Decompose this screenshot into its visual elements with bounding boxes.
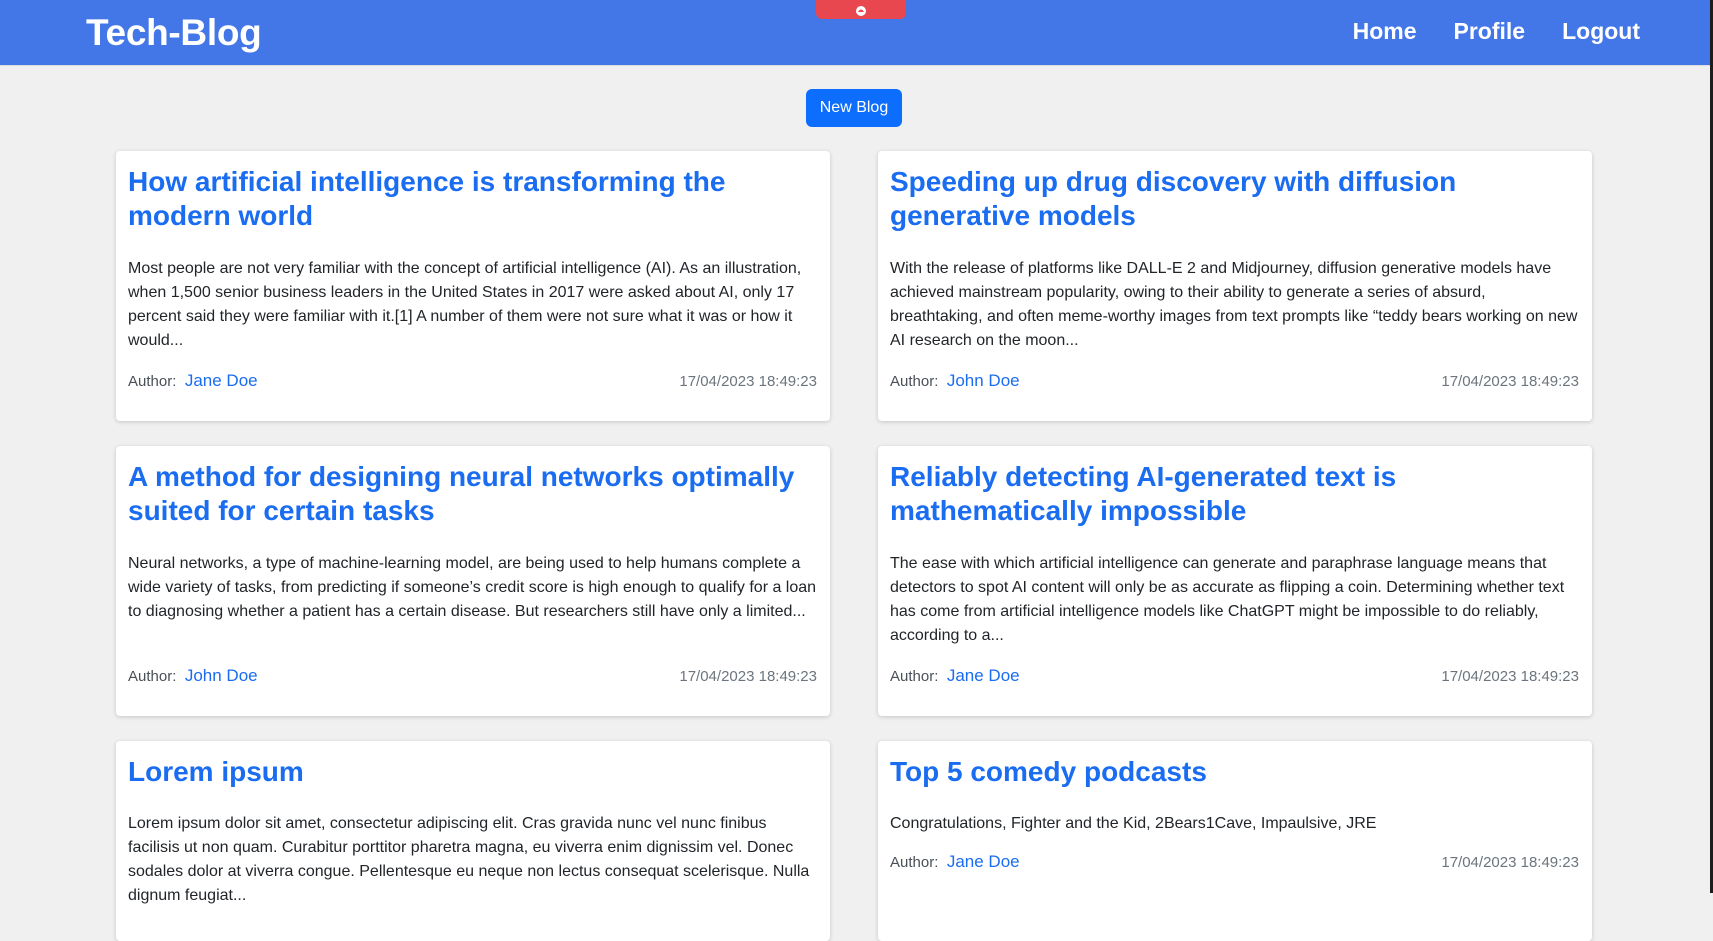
blog-excerpt: Congratulations, Fighter and the Kid, 2B… xyxy=(890,815,1377,832)
author-info: Author: John Doe xyxy=(128,666,258,686)
blog-card: Top 5 comedy podcasts Congratulations, F… xyxy=(878,741,1592,941)
blog-card: Reliably detecting AI-generated text is … xyxy=(878,446,1592,716)
nav-home-link[interactable]: Home xyxy=(1353,18,1417,45)
author-label: Author: xyxy=(128,668,177,685)
author-link[interactable]: Jane Doe xyxy=(185,371,258,390)
card-footer: Author: John Doe 17/04/2023 18:49:23 xyxy=(128,666,817,686)
blog-excerpt: The ease with which artificial intellige… xyxy=(890,555,1565,644)
blog-card: Speeding up drug discovery with diffusio… xyxy=(878,151,1592,421)
blog-title-link[interactable]: Speeding up drug discovery with diffusio… xyxy=(890,165,1580,233)
blog-title-link[interactable]: Top 5 comedy podcasts xyxy=(890,755,1580,789)
post-date: 17/04/2023 18:49:23 xyxy=(1441,373,1579,390)
blog-card: Lorem ipsum Lorem ipsum dolor sit amet, … xyxy=(116,741,830,941)
author-label: Author: xyxy=(890,854,939,871)
post-date: 17/04/2023 18:49:23 xyxy=(1441,668,1579,685)
author-info: Author: Jane Doe xyxy=(128,371,258,391)
author-label: Author: xyxy=(128,373,177,390)
author-info: Author: John Doe xyxy=(890,371,1020,391)
author-link[interactable]: Jane Doe xyxy=(947,666,1020,685)
author-label: Author: xyxy=(890,668,939,685)
author-link[interactable]: John Doe xyxy=(947,371,1020,390)
card-footer: Author: Jane Doe 17/04/2023 18:49:23 xyxy=(128,371,817,391)
blog-excerpt: Lorem ipsum dolor sit amet, consectetur … xyxy=(128,815,810,904)
post-date: 17/04/2023 18:49:23 xyxy=(679,373,817,390)
floating-tab[interactable] xyxy=(816,0,906,19)
new-blog-button[interactable]: New Blog xyxy=(806,89,902,127)
nav-profile-link[interactable]: Profile xyxy=(1454,18,1526,45)
author-link[interactable]: Jane Doe xyxy=(947,852,1020,871)
blog-excerpt: With the release of platforms like DALL-… xyxy=(890,260,1578,349)
card-footer: Author: John Doe 17/04/2023 18:49:23 xyxy=(890,371,1579,391)
blog-title-link[interactable]: Lorem ipsum xyxy=(128,755,818,789)
author-info: Author: Jane Doe xyxy=(890,852,1020,872)
extension-icon xyxy=(856,5,866,16)
blog-title-link[interactable]: A method for designing neural networks o… xyxy=(128,460,818,528)
nav-links: Home Profile Logout xyxy=(1353,18,1640,45)
author-label: Author: xyxy=(890,373,939,390)
author-info: Author: Jane Doe xyxy=(890,666,1020,686)
post-date: 17/04/2023 18:49:23 xyxy=(679,668,817,685)
card-footer: Author: Jane Doe 17/04/2023 18:49:23 xyxy=(890,666,1579,686)
blog-excerpt: Neural networks, a type of machine-learn… xyxy=(128,555,817,620)
blog-excerpt: Most people are not very familiar with t… xyxy=(128,260,802,349)
blog-title-link[interactable]: Reliably detecting AI-generated text is … xyxy=(890,460,1580,528)
post-date: 17/04/2023 18:49:23 xyxy=(1441,854,1579,871)
blog-card: A method for designing neural networks o… xyxy=(116,446,830,716)
brand-logo[interactable]: Tech-Blog xyxy=(86,12,262,54)
author-link[interactable]: John Doe xyxy=(185,666,258,685)
blog-card: How artificial intelligence is transform… xyxy=(116,151,830,421)
card-footer: Author: Jane Doe 17/04/2023 18:49:23 xyxy=(890,852,1579,872)
nav-logout-link[interactable]: Logout xyxy=(1562,18,1640,45)
blog-title-link[interactable]: How artificial intelligence is transform… xyxy=(128,165,818,233)
